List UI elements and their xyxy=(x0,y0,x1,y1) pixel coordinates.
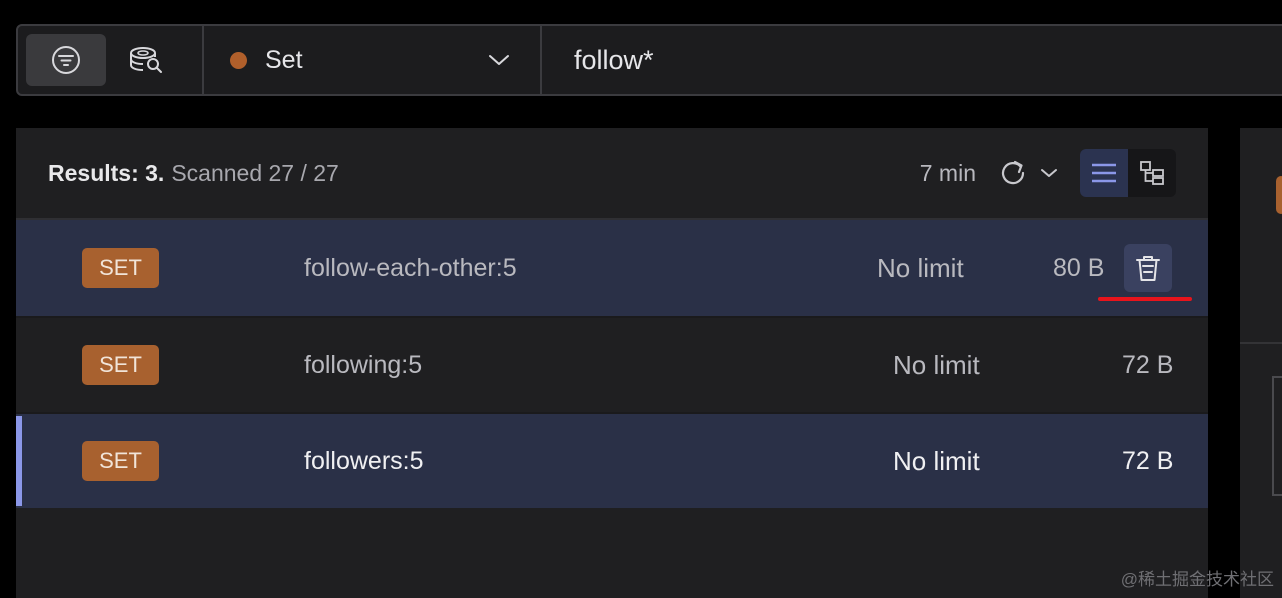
auto-refresh-dropdown[interactable] xyxy=(1040,167,1058,179)
filter-icon xyxy=(52,46,80,74)
chevron-down-icon xyxy=(1041,169,1057,177)
key-type-select[interactable]: Set xyxy=(204,26,542,94)
list-view-button[interactable] xyxy=(1080,149,1128,197)
chevron-down-icon xyxy=(489,55,509,65)
tree-view-button[interactable] xyxy=(1128,149,1176,197)
key-row[interactable]: SET followers:5 No limit 72 B xyxy=(16,412,1208,508)
delete-key-button[interactable] xyxy=(1124,244,1172,292)
key-details-panel xyxy=(1240,128,1282,598)
key-type-label: Set xyxy=(265,45,303,74)
results-scanned: Scanned 27 / 27 xyxy=(171,159,339,186)
filter-toolbar: Set xyxy=(16,24,1282,96)
details-divider xyxy=(1240,342,1282,344)
search-index-mode-button[interactable] xyxy=(106,34,186,86)
key-name: followers:5 xyxy=(304,446,424,475)
key-row[interactable]: SET follow-each-other:5 No limit 80 B xyxy=(16,220,1208,316)
details-content-box xyxy=(1272,376,1282,496)
results-count: Results: 3. xyxy=(48,159,165,186)
type-color-dot xyxy=(230,51,247,69)
key-type-badge: SET xyxy=(82,345,159,385)
view-mode-toggle xyxy=(1080,149,1176,197)
key-ttl: No limit xyxy=(893,349,980,380)
key-type-badge: SET xyxy=(82,248,159,288)
key-pattern-search-input[interactable] xyxy=(542,26,1282,94)
red-annotation-underline xyxy=(1098,297,1192,301)
key-name: following:5 xyxy=(304,350,423,379)
key-ttl: No limit xyxy=(893,445,980,476)
trash-icon xyxy=(1136,256,1160,281)
details-type-badge xyxy=(1276,176,1282,214)
key-name: follow-each-other:5 xyxy=(304,253,517,282)
key-size: 72 B xyxy=(1122,446,1174,475)
pattern-filter-mode-button[interactable] xyxy=(26,34,106,86)
watermark: @稀土掘金技术社区 xyxy=(1120,570,1274,589)
refresh-icon xyxy=(1001,160,1025,185)
last-refresh-time: 7 min xyxy=(919,159,976,186)
key-row[interactable]: SET following:5 No limit 72 B xyxy=(16,316,1208,412)
key-type-badge: SET xyxy=(82,441,159,481)
refresh-button[interactable] xyxy=(998,158,1028,188)
key-size: 80 B xyxy=(1053,253,1105,282)
key-list-panel: Results: 3. Scanned 27 / 27 7 min SET fo… xyxy=(16,128,1208,598)
list-view-icon xyxy=(1092,163,1116,183)
database-search-icon xyxy=(130,47,162,73)
tree-view-icon xyxy=(1140,161,1164,185)
search-mode-group xyxy=(18,26,204,94)
key-size: 72 B xyxy=(1122,350,1174,379)
results-header: Results: 3. Scanned 27 / 27 7 min xyxy=(16,128,1208,220)
key-ttl: No limit xyxy=(877,252,964,283)
